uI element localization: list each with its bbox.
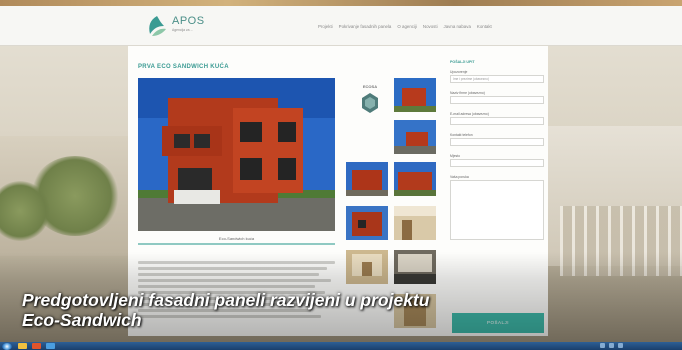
windows-taskbar [0,342,682,350]
form-title: POŠALJI UPIT [450,60,475,64]
main-navigation: Projekti Pokrivanje fasadnih panela O ag… [318,24,492,29]
gallery-thumbnail[interactable] [346,162,388,196]
photo-caption: Eco-Sandwich kuća [218,236,255,241]
nav-item-kontakt[interactable]: Kontakt [477,24,492,29]
form-label: Upozorenje [450,70,468,74]
eco-sandwich-logo: ECOSA [360,84,380,122]
gallery-thumbnail[interactable] [394,78,436,112]
page-title: PRVA ECO SANDWICH KUĆA [138,64,229,70]
form-label: E-mail adresa (obavezno) [450,112,489,116]
form-label: Mjesto [450,154,460,158]
hexagon-icon [362,93,378,113]
article-caption: Predgotovljeni fasadni paneli razvijeni … [22,290,582,330]
inquiry-form: POŠALJI UPIT Upozorenje Ime i prezime (o… [450,60,544,246]
gallery-thumbnail[interactable] [346,206,388,240]
article-caption-line: Predgotovljeni fasadni paneli razvijeni … [22,290,430,310]
name-field[interactable]: Ime i prezime (obavezno) [450,75,544,83]
nav-item-projekti[interactable]: Projekti [318,24,333,29]
nav-item-javna-nabava[interactable]: Javna nabava [444,24,471,29]
browser-icon[interactable] [32,343,41,349]
app-icon[interactable] [46,343,55,349]
company-field[interactable] [450,96,544,104]
gallery-thumbnail[interactable] [394,120,436,154]
site-header: APOS Agencija za ... Projekti Pokrivanje… [0,6,682,46]
gallery-thumbnail[interactable] [394,162,436,196]
system-tray [600,343,623,348]
start-button-icon[interactable] [2,343,12,350]
site-logo-subtitle: Agencija za ... [172,28,194,32]
phone-field[interactable] [450,138,544,146]
caption-divider [138,243,335,245]
tray-icon[interactable] [618,343,623,348]
article-caption-line: Eco-Sandwich [22,310,142,330]
city-field[interactable] [450,159,544,167]
gallery-thumbnail[interactable] [394,206,436,240]
email-field[interactable] [450,117,544,125]
explorer-icon[interactable] [18,343,27,349]
main-house-photo[interactable] [138,78,335,231]
nav-item-novosti[interactable]: Novosti [423,24,438,29]
nav-item-o-agenciji[interactable]: O agenciji [397,24,417,29]
tray-icon[interactable] [609,343,614,348]
tray-icon[interactable] [600,343,605,348]
nav-item-paneli[interactable]: Pokrivanje fasadnih panela [339,24,392,29]
site-logo-text[interactable]: APOS [172,15,205,27]
message-textarea[interactable] [450,180,544,240]
form-label: Naziv firme (obavezno) [450,91,485,95]
form-label: Kontakt telefon [450,133,473,137]
form-label: Vaša poruka [450,175,469,179]
apos-logo-icon[interactable] [146,14,168,38]
